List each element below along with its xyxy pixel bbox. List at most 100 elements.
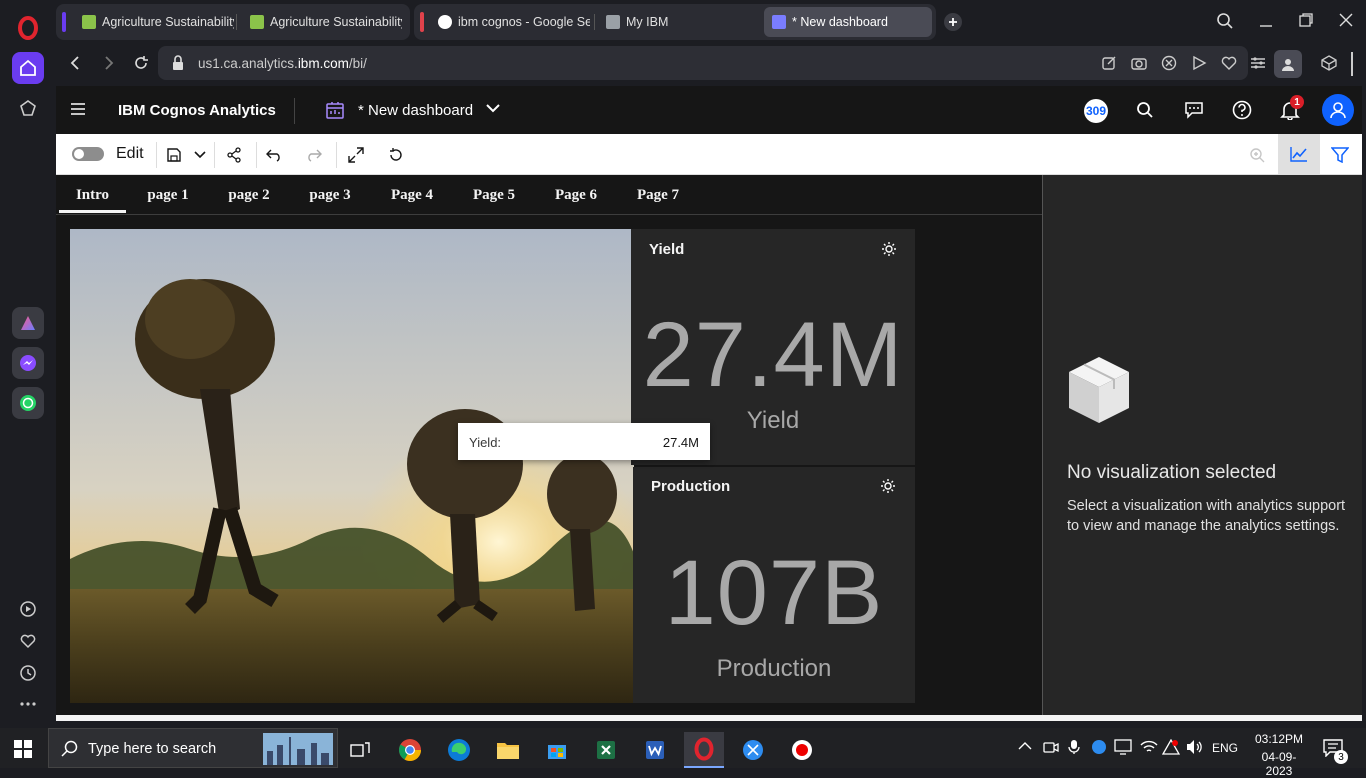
forward-icon[interactable] xyxy=(100,54,118,72)
edge-icon[interactable] xyxy=(439,732,479,768)
windows-start-icon[interactable] xyxy=(14,740,32,758)
chat-icon[interactable] xyxy=(1184,101,1204,119)
hamburger-menu-icon[interactable] xyxy=(70,102,86,116)
display-icon[interactable] xyxy=(1114,739,1132,755)
dashboard-title[interactable]: * New dashboard xyxy=(358,102,473,119)
file-explorer-icon[interactable] xyxy=(488,732,528,768)
edit-toggle[interactable] xyxy=(72,147,104,161)
tray-chevron-icon[interactable] xyxy=(1018,741,1032,751)
tab-new-dashboard[interactable]: * New dashboard xyxy=(764,7,932,37)
network-alert-icon[interactable] xyxy=(1162,739,1180,755)
url-field[interactable]: us1.ca.analytics.ibm.com/bi/ xyxy=(158,46,1248,80)
extensions-icon[interactable] xyxy=(1320,54,1338,72)
chevron-down-icon[interactable] xyxy=(486,103,500,113)
url-text: us1.ca.analytics.ibm.com/bi/ xyxy=(198,56,367,71)
camera-icon[interactable] xyxy=(1130,54,1148,72)
whatsapp-icon[interactable] xyxy=(12,387,44,419)
kpi-tooltip: Yield: 27.4M xyxy=(458,423,710,460)
tooltip-label: Yield: xyxy=(469,435,502,450)
gear-icon[interactable] xyxy=(881,241,897,257)
profile-icon[interactable] xyxy=(1274,50,1302,78)
home-icon[interactable] xyxy=(12,52,44,84)
history-icon[interactable] xyxy=(12,657,44,689)
tab-intro[interactable]: Intro xyxy=(59,175,126,215)
aria-icon[interactable] xyxy=(12,307,44,339)
more-menu-icon[interactable] xyxy=(1350,52,1353,76)
page-tabs: Intro page 1 page 2 page 3 Page 4 Page 5… xyxy=(56,175,1042,215)
toggle-knob xyxy=(74,149,84,159)
undo-icon[interactable] xyxy=(264,145,284,165)
heart-icon[interactable] xyxy=(12,625,44,657)
adblock-icon[interactable] xyxy=(1160,54,1178,72)
restore-icon[interactable] xyxy=(1298,12,1314,28)
new-tab-button[interactable] xyxy=(944,13,962,31)
assistant-badge[interactable]: 309 xyxy=(1084,99,1108,123)
redo-icon[interactable] xyxy=(304,145,324,165)
tab-search-icon[interactable] xyxy=(1216,12,1234,30)
clock-date: 04-09-2023 xyxy=(1261,750,1297,778)
task-view-icon[interactable] xyxy=(340,732,380,768)
tab-page-7[interactable]: Page 7 xyxy=(625,175,691,215)
reload-icon[interactable] xyxy=(132,54,150,72)
leaf-icon xyxy=(82,15,96,29)
close-window-icon[interactable] xyxy=(1338,12,1354,28)
zoom-icon[interactable] xyxy=(1247,145,1267,165)
dashboard-canvas: Intro page 1 page 2 page 3 Page 4 Page 5… xyxy=(56,175,1042,715)
help-icon[interactable] xyxy=(1232,100,1252,120)
active-tab-indicator xyxy=(59,210,126,213)
vpn-tray-icon[interactable] xyxy=(1091,739,1107,755)
flow-icon[interactable] xyxy=(1190,54,1208,72)
opera-logo-icon[interactable] xyxy=(12,12,44,44)
tab-google-search[interactable]: ibm cognos - Google Sea xyxy=(430,7,590,37)
more-icon[interactable] xyxy=(12,688,44,720)
language-indicator[interactable]: ENG xyxy=(1212,741,1238,755)
pinboard-icon[interactable] xyxy=(12,92,44,124)
tab-my-ibm[interactable]: My IBM xyxy=(598,7,758,37)
tab-page-4[interactable]: Page 4 xyxy=(379,175,445,215)
tab-page-3[interactable]: page 3 xyxy=(298,175,362,215)
tab-agriculture-2[interactable]: Agriculture Sustainability xyxy=(242,7,402,37)
analytics-panel-button[interactable] xyxy=(1278,134,1320,174)
meet-now-icon[interactable] xyxy=(1043,739,1059,755)
user-avatar[interactable] xyxy=(1322,94,1354,126)
tab-page-5[interactable]: Page 5 xyxy=(461,175,527,215)
save-menu-chevron-icon[interactable] xyxy=(190,145,210,165)
filter-icon[interactable] xyxy=(1330,145,1350,165)
tab-page-2[interactable]: page 2 xyxy=(217,175,281,215)
player-icon[interactable] xyxy=(12,593,44,625)
tab-page-6[interactable]: Page 6 xyxy=(543,175,609,215)
clock[interactable]: 03:12PM 04-09-2023 xyxy=(1249,732,1309,778)
recorder-icon[interactable] xyxy=(782,732,822,768)
refresh-icon[interactable] xyxy=(386,145,406,165)
fullscreen-icon[interactable] xyxy=(346,145,366,165)
microphone-icon[interactable] xyxy=(1068,739,1080,755)
back-icon[interactable] xyxy=(66,54,84,72)
easy-setup-icon[interactable] xyxy=(1249,54,1267,72)
minimize-icon[interactable] xyxy=(1258,12,1274,30)
page-bottom-edge xyxy=(56,715,1362,721)
cognos-icon xyxy=(772,15,786,29)
production-kpi-widget[interactable]: Production 107B Production xyxy=(633,467,915,703)
store-icon[interactable] xyxy=(537,732,577,768)
volume-icon[interactable] xyxy=(1186,739,1204,755)
word-icon[interactable] xyxy=(635,732,675,768)
bookmark-heart-icon[interactable] xyxy=(1220,54,1238,72)
share-icon[interactable] xyxy=(224,145,244,165)
gear-icon[interactable] xyxy=(880,478,896,494)
dashboard-icon xyxy=(326,101,344,119)
save-icon[interactable] xyxy=(164,145,184,165)
tab-agriculture-1[interactable]: Agriculture Sustainability xyxy=(74,7,234,37)
taskbar-search-box[interactable]: Type here to search xyxy=(48,728,338,768)
chrome-icon[interactable] xyxy=(390,732,430,768)
excel-icon[interactable] xyxy=(586,732,626,768)
address-bar: us1.ca.analytics.ibm.com/bi/ xyxy=(56,44,1366,84)
farm-photo[interactable] xyxy=(70,229,634,703)
vpn-app-icon[interactable] xyxy=(733,732,773,768)
city-skyline-icon xyxy=(263,733,333,765)
search-icon[interactable] xyxy=(1136,101,1154,119)
messenger-icon[interactable] xyxy=(12,347,44,379)
send-icon[interactable] xyxy=(1100,54,1118,72)
opera-taskbar-icon[interactable] xyxy=(684,732,724,768)
tab-page-1[interactable]: page 1 xyxy=(136,175,200,215)
wifi-icon[interactable] xyxy=(1140,739,1158,755)
